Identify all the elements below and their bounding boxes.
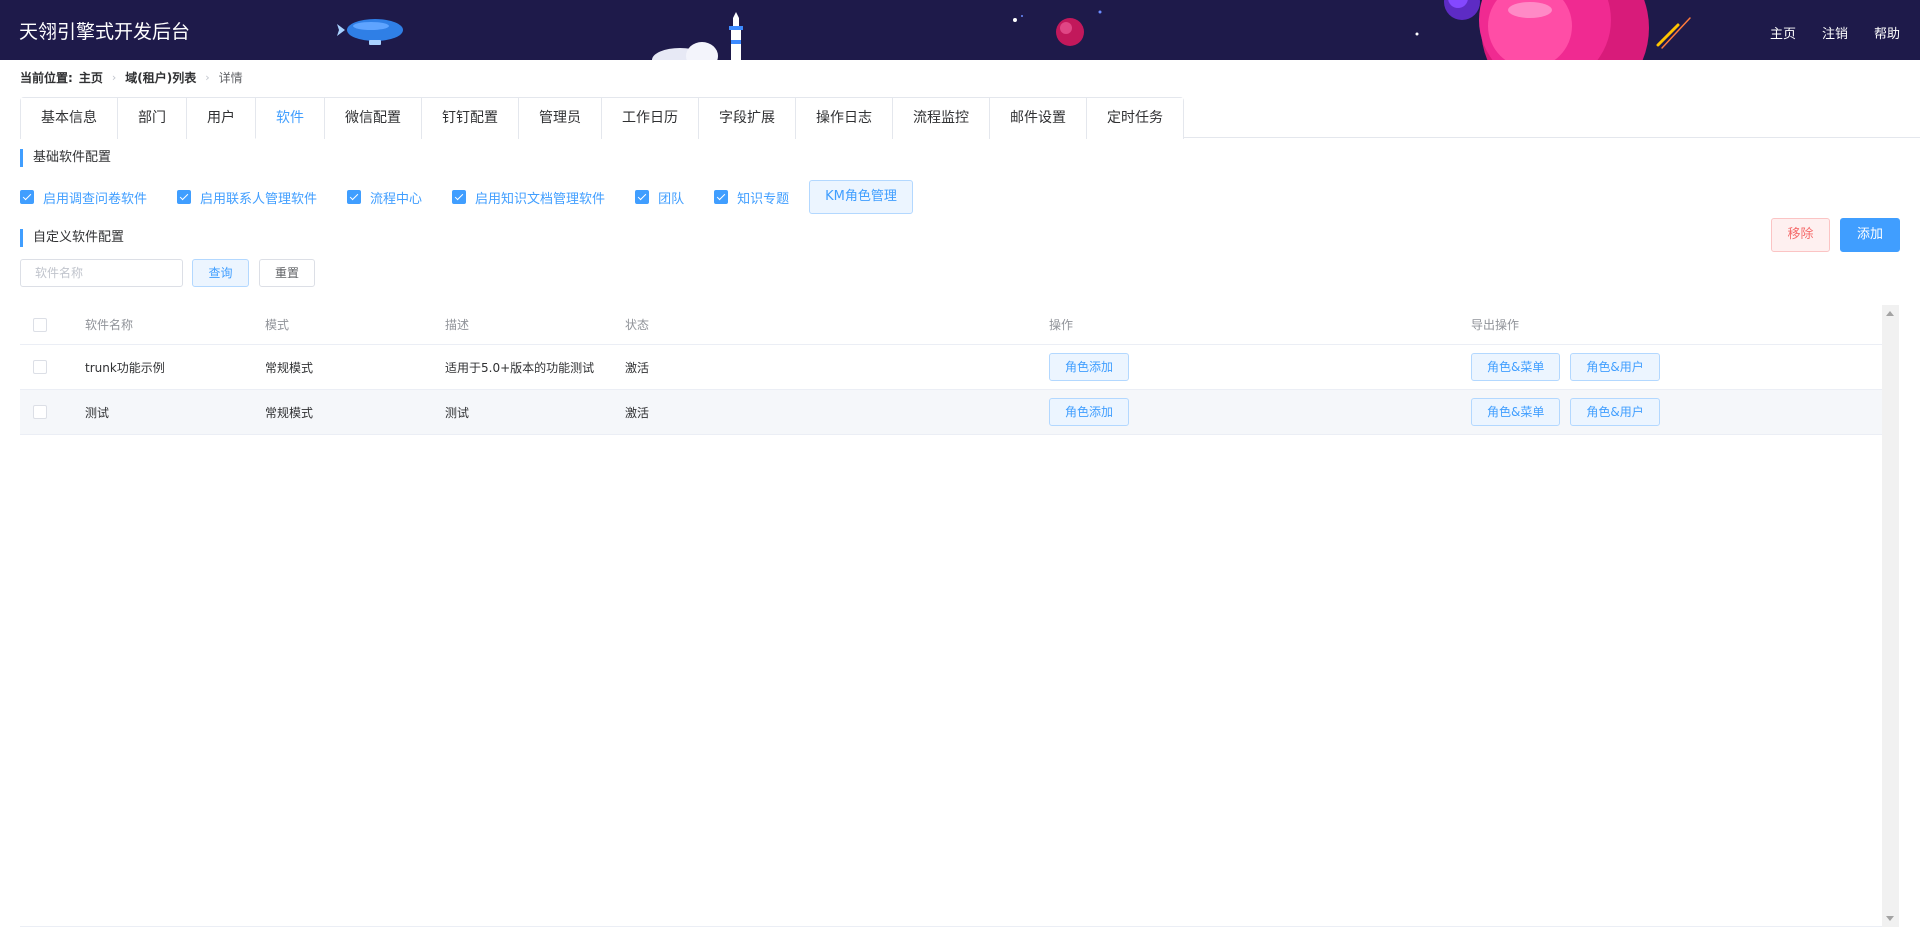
checkbox-checked-icon[interactable] — [20, 190, 34, 204]
basic-config-title: 基础软件配置 — [20, 149, 111, 167]
cell-mode: 常规模式 — [265, 405, 314, 420]
breadcrumb-item-current: 详情 — [218, 71, 243, 85]
export-role-menu-button[interactable]: 角色&菜单 — [1471, 398, 1561, 426]
table-header: 软件名称 模式 描述 状态 操作 导出操作 — [20, 305, 1882, 345]
help-link[interactable]: 帮助 — [1874, 23, 1900, 42]
option-label: 启用知识文档管理软件 — [475, 191, 606, 207]
breadcrumb-prefix: 当前位置: — [20, 71, 73, 85]
option-flow-center[interactable]: 流程中心 — [347, 188, 422, 207]
basic-config-options: 启用调查问卷软件 启用联系人管理软件 流程中心 启用知识文档管理软件 团队 知识… — [20, 180, 913, 214]
cell-name: 测试 — [85, 405, 110, 420]
tab-bar: 基本信息 部门 用户 软件 微信配置 钉钉配置 管理员 工作日历 字段扩展 操作… — [20, 97, 1184, 139]
tab-scheduled-tasks[interactable]: 定时任务 — [1086, 98, 1183, 139]
row-checkbox[interactable] — [33, 405, 47, 419]
chevron-right-icon: › — [111, 71, 117, 84]
column-header-export: 导出操作 — [1471, 318, 1520, 332]
reset-button[interactable]: 重置 — [259, 259, 315, 287]
option-contacts-software[interactable]: 启用联系人管理软件 — [177, 188, 317, 207]
cell-mode: 常规模式 — [265, 360, 314, 375]
km-role-management-button[interactable]: KM角色管理 — [809, 180, 913, 214]
tab-basic-info[interactable]: 基本信息 — [21, 98, 117, 139]
query-button[interactable]: 查询 — [192, 259, 249, 287]
tab-field-extension[interactable]: 字段扩展 — [698, 98, 795, 139]
tab-work-calendar[interactable]: 工作日历 — [601, 98, 698, 139]
tab-admin[interactable]: 管理员 — [518, 98, 601, 139]
cell-status: 激活 — [625, 405, 650, 420]
option-label: 团队 — [658, 191, 685, 207]
home-link[interactable]: 主页 — [1770, 23, 1796, 42]
breadcrumb: 当前位置: 主页 › 域(租户)列表 › 详情 — [20, 69, 243, 86]
option-label: 启用联系人管理软件 — [200, 191, 318, 207]
checkbox-checked-icon[interactable] — [347, 190, 362, 204]
option-label: 知识专题 — [737, 191, 790, 207]
scroll-up-arrow-icon[interactable] — [1886, 311, 1894, 316]
checkbox-checked-icon[interactable] — [714, 190, 729, 204]
tab-dingtalk-config[interactable]: 钉钉配置 — [421, 98, 518, 139]
cell-name: trunk功能示例 — [85, 360, 165, 375]
top-header: 天翎引擎式开发后台 主页 注销 帮助 — [0, 0, 1920, 60]
tab-operation-log[interactable]: 操作日志 — [795, 98, 892, 139]
cell-status: 激活 — [625, 360, 650, 375]
column-header-name: 软件名称 — [85, 318, 134, 332]
table-row: trunk功能示例 常规模式 适用于5.0+版本的功能测试 激活 角色添加 角色… — [20, 345, 1882, 390]
cell-description: 适用于5.0+版本的功能测试 — [445, 360, 595, 375]
row-checkbox[interactable] — [33, 360, 47, 374]
option-knowledge-topic[interactable]: 知识专题 — [714, 188, 789, 207]
tab-flow-monitor[interactable]: 流程监控 — [892, 98, 989, 139]
column-header-description: 描述 — [445, 318, 470, 332]
tab-user[interactable]: 用户 — [186, 98, 255, 139]
airship-illustration — [337, 19, 403, 45]
tab-wechat-config[interactable]: 微信配置 — [324, 98, 421, 139]
breadcrumb-item-domain-list[interactable]: 域(租户)列表 — [125, 69, 196, 86]
tab-department[interactable]: 部门 — [117, 98, 186, 139]
option-survey-software[interactable]: 启用调查问卷软件 — [20, 188, 147, 207]
logout-link[interactable]: 注销 — [1822, 23, 1848, 42]
checkbox-checked-icon[interactable] — [452, 190, 467, 204]
scroll-down-arrow-icon[interactable] — [1886, 916, 1894, 921]
chevron-right-icon: › — [205, 71, 210, 84]
option-knowledge-doc-software[interactable]: 启用知识文档管理软件 — [452, 188, 605, 207]
software-table: 软件名称 模式 描述 状态 操作 导出操作 trunk功能示例 常规模式 适用于… — [20, 305, 1882, 927]
select-all-checkbox[interactable] — [33, 317, 47, 332]
column-header-mode: 模式 — [265, 318, 290, 332]
export-role-user-button[interactable]: 角色&用户 — [1570, 398, 1660, 426]
table-row: 测试 常规模式 测试 激活 角色添加 角色&菜单 角色&用户 — [20, 390, 1882, 435]
tab-software[interactable]: 软件 — [255, 98, 324, 139]
table-scrollbar[interactable] — [1882, 305, 1899, 927]
tab-mail-settings[interactable]: 邮件设置 — [989, 98, 1086, 139]
export-role-menu-button[interactable]: 角色&菜单 — [1471, 353, 1561, 381]
checkbox-checked-icon[interactable] — [635, 190, 650, 204]
remove-button[interactable]: 移除 — [1771, 218, 1830, 252]
planets-illustration — [1013, 0, 1691, 60]
breadcrumb-item-home[interactable]: 主页 — [79, 69, 103, 86]
checkbox-checked-icon[interactable] — [177, 190, 192, 204]
add-role-button[interactable]: 角色添加 — [1049, 398, 1130, 426]
option-label: 启用调查问卷软件 — [43, 191, 148, 207]
option-label: 流程中心 — [370, 191, 423, 207]
cell-description: 测试 — [445, 405, 470, 420]
software-name-input[interactable] — [20, 259, 183, 287]
custom-config-title: 自定义软件配置 — [20, 229, 124, 247]
header-links: 主页 注销 帮助 — [1770, 23, 1900, 42]
column-header-actions: 操作 — [1049, 318, 1074, 332]
add-button[interactable]: 添加 — [1840, 218, 1900, 252]
column-header-status: 状态 — [625, 318, 650, 332]
lighthouse-illustration — [652, 12, 743, 60]
export-role-user-button[interactable]: 角色&用户 — [1570, 353, 1660, 381]
app-title: 天翎引擎式开发后台 — [19, 21, 191, 43]
add-role-button[interactable]: 角色添加 — [1049, 353, 1130, 381]
option-team[interactable]: 团队 — [635, 188, 684, 207]
